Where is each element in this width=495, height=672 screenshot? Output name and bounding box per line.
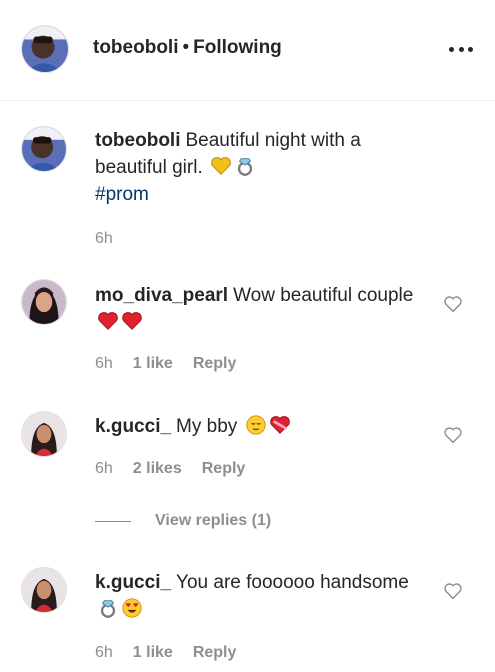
- likes-count[interactable]: 1 like: [133, 355, 173, 372]
- username-link[interactable]: tobeoboli: [95, 130, 180, 151]
- ring-icon: [97, 597, 119, 619]
- red-heart-icon: [121, 310, 143, 332]
- like-heart-icon[interactable]: [443, 295, 463, 313]
- red-heart-icon: [97, 310, 119, 332]
- username-link[interactable]: mo_diva_pearl: [95, 285, 228, 306]
- avatar[interactable]: [21, 279, 67, 325]
- timestamp[interactable]: 6h: [95, 460, 113, 477]
- replies-divider: [95, 520, 131, 522]
- post-header: tobeoboli • Following: [0, 0, 495, 101]
- separator-dot: •: [182, 37, 190, 58]
- comment-text: k.gucci_ My bby: [95, 413, 415, 440]
- reply-button[interactable]: Reply: [193, 644, 237, 661]
- timestamp[interactable]: 6h: [95, 355, 113, 372]
- timestamp[interactable]: 6h: [95, 644, 113, 661]
- comment-text: k.gucci_ You are foooooo handsome: [95, 569, 415, 623]
- reply-button[interactable]: Reply: [193, 355, 237, 372]
- likes-count[interactable]: 1 like: [133, 644, 173, 661]
- caption-text: tobeoboli Beautiful night with a beautifu…: [95, 127, 415, 208]
- following-button[interactable]: Following: [193, 37, 282, 58]
- view-replies-button[interactable]: View replies (1): [95, 512, 271, 530]
- avatar[interactable]: [21, 567, 67, 613]
- view-replies-label: View replies (1): [155, 512, 272, 529]
- caption-meta: 6h: [95, 230, 113, 248]
- comment-meta: 6h 2 likes Reply: [95, 460, 245, 478]
- timestamp[interactable]: 6h: [95, 230, 113, 247]
- username-link[interactable]: k.gucci_: [95, 416, 171, 437]
- likes-count[interactable]: 2 likes: [133, 460, 182, 477]
- more-options-icon[interactable]: [449, 40, 473, 58]
- comment-meta: 6h 1 like Reply: [95, 355, 236, 373]
- avatar[interactable]: [21, 411, 67, 457]
- comment-message: Wow beautiful couple: [233, 285, 414, 306]
- relieved-face-icon: [245, 414, 267, 436]
- username-link[interactable]: tobeoboli: [93, 37, 178, 58]
- heart-with-ribbon-icon: [269, 414, 291, 436]
- yellow-heart-icon: [210, 155, 232, 177]
- header-title: tobeoboli • Following: [93, 37, 282, 59]
- hashtag-link[interactable]: #prom: [95, 181, 415, 208]
- reply-button[interactable]: Reply: [202, 460, 246, 477]
- comment-message: My bby: [176, 416, 238, 437]
- comment-meta: 6h 1 like Reply: [95, 644, 236, 662]
- avatar[interactable]: [21, 126, 67, 172]
- username-link[interactable]: k.gucci_: [95, 572, 171, 593]
- comment-message: You are foooooo handsome: [176, 572, 409, 593]
- like-heart-icon[interactable]: [443, 582, 463, 600]
- ring-icon: [234, 155, 256, 177]
- like-heart-icon[interactable]: [443, 426, 463, 444]
- avatar[interactable]: [21, 25, 69, 73]
- heart-eyes-face-icon: [121, 597, 143, 619]
- comment-text: mo_diva_pearl Wow beautiful couple: [95, 282, 415, 336]
